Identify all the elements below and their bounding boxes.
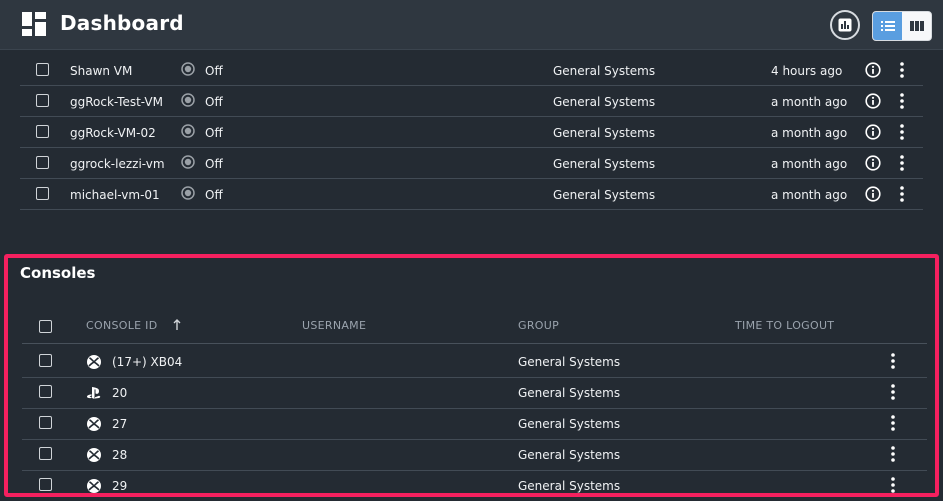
more-options-icon[interactable] (887, 445, 899, 463)
vm-last-active: a month ago (771, 188, 848, 202)
playstation-icon (87, 387, 101, 399)
console-id: 27 (112, 417, 128, 431)
table-row[interactable]: 28 General Systems (22, 440, 927, 471)
power-status-icon (181, 62, 195, 76)
sort-ascending-icon[interactable] (172, 318, 182, 332)
vm-status: Off (205, 126, 223, 140)
column-header-console-id[interactable]: CONSOLE ID (86, 319, 158, 332)
vm-status: Off (205, 95, 223, 109)
table-row[interactable]: ggRock-VM-02 Off General Systems a month… (20, 117, 923, 148)
row-checkbox[interactable] (36, 187, 49, 200)
table-row[interactable]: 29 General Systems (22, 471, 927, 501)
vm-status: Off (205, 188, 223, 202)
xbox-icon (87, 355, 101, 369)
table-row[interactable]: ggrock-lezzi-vm Off General Systems a mo… (20, 148, 923, 179)
xbox-icon (87, 448, 101, 462)
power-status-icon (181, 155, 195, 169)
vm-last-active: a month ago (771, 126, 848, 140)
dashboard-logo-icon (22, 12, 46, 36)
table-row[interactable]: 27 General Systems (22, 409, 927, 440)
more-options-icon[interactable] (896, 61, 908, 79)
info-icon[interactable] (865, 124, 881, 140)
vm-name: Shawn VM (70, 64, 133, 78)
list-view-button[interactable] (873, 12, 902, 40)
more-options-icon[interactable] (896, 123, 908, 141)
row-checkbox[interactable] (36, 156, 49, 169)
vm-group: General Systems (553, 126, 656, 140)
more-options-icon[interactable] (887, 383, 899, 401)
more-options-icon[interactable] (896, 154, 908, 172)
vm-name: ggrock-lezzi-vm (70, 157, 165, 171)
vm-last-active: 4 hours ago (771, 64, 843, 78)
vm-last-active: a month ago (771, 95, 848, 109)
console-group: General Systems (518, 386, 621, 400)
columns-icon (909, 21, 924, 31)
list-icon (880, 21, 895, 31)
select-all-checkbox[interactable] (39, 320, 52, 333)
row-checkbox[interactable] (39, 478, 52, 491)
power-status-icon (181, 124, 195, 138)
vm-group: General Systems (553, 64, 656, 78)
info-icon[interactable] (865, 155, 881, 171)
power-status-icon (181, 186, 195, 200)
row-checkbox[interactable] (36, 125, 49, 138)
vm-status: Off (205, 157, 223, 171)
console-group: General Systems (518, 417, 621, 431)
console-group: General Systems (518, 479, 621, 493)
vm-group: General Systems (553, 95, 656, 109)
more-options-icon[interactable] (887, 352, 899, 370)
console-id: 28 (112, 448, 128, 462)
console-group: General Systems (518, 448, 621, 462)
column-header-time-to-logout[interactable]: TIME TO LOGOUT (735, 319, 834, 332)
vm-name: ggRock-Test-VM (70, 95, 163, 109)
row-checkbox[interactable] (39, 385, 52, 398)
column-header-username[interactable]: USERNAME (302, 319, 366, 332)
stats-button[interactable] (830, 10, 860, 40)
column-header-group[interactable]: GROUP (518, 319, 559, 332)
row-checkbox[interactable] (39, 416, 52, 429)
console-id: 29 (112, 479, 128, 493)
table-row[interactable]: Shawn VM Off General Systems 4 hours ago (20, 55, 923, 86)
vm-group: General Systems (553, 188, 656, 202)
view-toggle (872, 11, 932, 41)
table-row[interactable]: michael-vm-01 Off General Systems a mont… (20, 179, 923, 210)
vm-last-active: a month ago (771, 157, 848, 171)
column-view-button[interactable] (902, 12, 931, 40)
bar-chart-icon (838, 18, 852, 32)
row-checkbox[interactable] (36, 63, 49, 76)
vm-status: Off (205, 64, 223, 78)
power-status-icon (181, 93, 195, 107)
table-row[interactable]: ggRock-Test-VM Off General Systems a mon… (20, 86, 923, 117)
more-options-icon[interactable] (887, 414, 899, 432)
console-group: General Systems (518, 355, 621, 369)
more-options-icon[interactable] (887, 476, 899, 494)
row-checkbox[interactable] (36, 94, 49, 107)
table-header: CONSOLE ID USERNAME GROUP TIME TO LOGOUT (22, 308, 927, 344)
info-icon[interactable] (865, 93, 881, 109)
vm-name: michael-vm-01 (70, 188, 160, 202)
row-checkbox[interactable] (39, 447, 52, 460)
table-row[interactable]: (17+) XB04 General Systems (22, 347, 927, 378)
console-id: 20 (112, 386, 128, 400)
page-title: Dashboard (60, 11, 184, 35)
vm-group: General Systems (553, 157, 656, 171)
xbox-icon (87, 417, 101, 431)
xbox-icon (87, 479, 101, 493)
more-options-icon[interactable] (896, 92, 908, 110)
more-options-icon[interactable] (896, 185, 908, 203)
table-row[interactable]: 20 General Systems (22, 378, 927, 409)
consoles-panel: Consoles CONSOLE ID USERNAME GROUP TIME … (4, 254, 939, 497)
info-icon[interactable] (865, 186, 881, 202)
row-checkbox[interactable] (39, 354, 52, 367)
info-icon[interactable] (865, 62, 881, 78)
vm-name: ggRock-VM-02 (70, 126, 156, 140)
section-title: Consoles (20, 264, 96, 282)
console-id: (17+) XB04 (112, 355, 183, 369)
top-bar: Dashboard (0, 0, 943, 50)
